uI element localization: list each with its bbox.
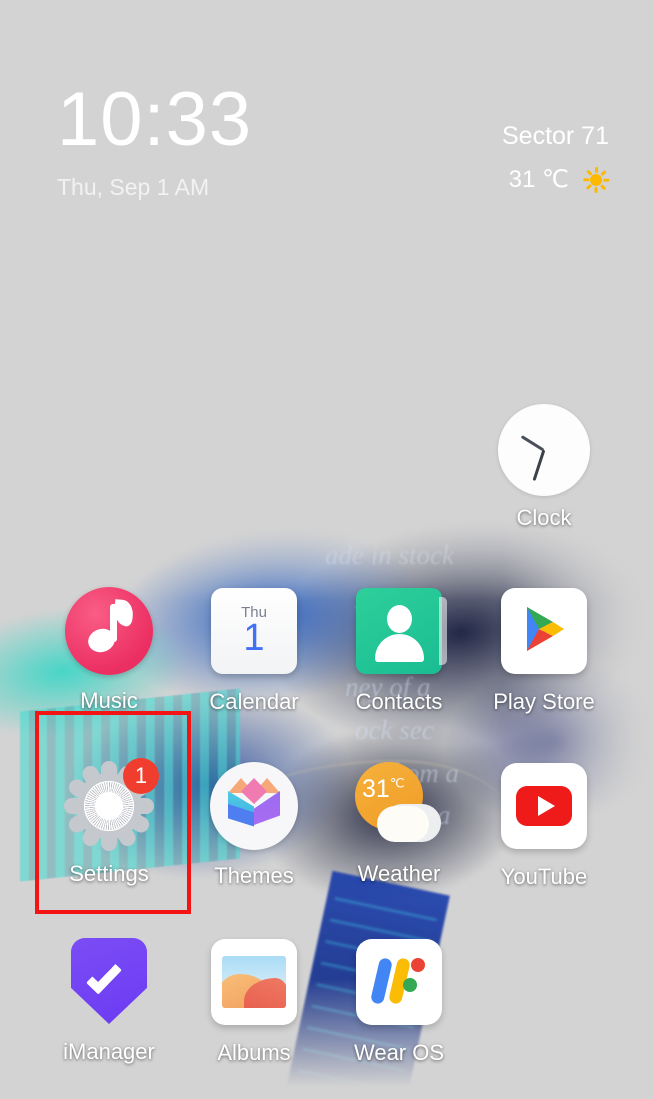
app-label-music: Music — [80, 688, 138, 713]
weather-widget[interactable]: Sector 71 31 ℃ — [501, 122, 610, 194]
clock-widget[interactable]: 10:33 Thu, Sep 1 AM — [57, 82, 252, 201]
app-icon-youtube[interactable]: YouTube — [479, 760, 609, 890]
calendar-app-icon: Thu 1 — [208, 588, 300, 680]
app-label-settings: Settings — [69, 861, 149, 886]
clock-widget-date: Thu, Sep 1 AM — [57, 174, 210, 200]
weather-widget-temperature: 31 ℃ — [508, 166, 569, 193]
app-icon-weather[interactable]: 31℃ Weather — [334, 760, 464, 887]
app-label-play-store: Play Store — [493, 689, 595, 714]
app-label-youtube: YouTube — [500, 864, 588, 889]
play-triangle-icon — [527, 607, 564, 651]
home-screen: ade in stock s mea nsfer ney of a ock se… — [0, 0, 653, 1099]
app-label-calendar: Calendar — [209, 689, 299, 714]
themes-app-icon — [208, 762, 300, 854]
wear-os-app-icon — [353, 939, 445, 1031]
app-label-themes: Themes — [214, 863, 294, 888]
app-label-wear-os: Wear OS — [353, 1040, 445, 1065]
calendar-day-number: 1 — [243, 616, 265, 659]
app-icon-contacts[interactable]: Contacts — [334, 585, 464, 715]
app-icon-wear-os[interactable]: Wear OS — [334, 936, 464, 1066]
settings-app-icon: 1 — [63, 758, 159, 852]
app-label-albums: Albums — [217, 1040, 291, 1065]
music-app-icon — [63, 587, 155, 679]
app-label-clock: Clock — [516, 505, 572, 530]
app-icon-imanager[interactable]: iManager — [44, 936, 174, 1065]
youtube-app-icon — [498, 763, 590, 855]
app-icon-clock[interactable]: Clock — [479, 404, 609, 531]
clock-app-icon — [498, 404, 590, 496]
wallpaper-text: ock sec — [355, 715, 434, 745]
app-icon-play-store[interactable]: Play Store — [479, 585, 609, 715]
imanager-app-icon — [63, 938, 155, 1030]
settings-notification-badge: 1 — [123, 758, 159, 794]
app-icon-calendar[interactable]: Thu 1 Calendar — [189, 585, 319, 715]
app-label-weather: Weather — [357, 861, 441, 886]
weather-icon-unit: ℃ — [389, 775, 405, 791]
app-icon-themes[interactable]: Themes — [189, 760, 319, 889]
app-icon-music[interactable]: Music — [44, 585, 174, 714]
weather-widget-row: 31 ℃ — [502, 165, 610, 194]
contacts-app-icon — [353, 588, 447, 680]
weather-icon-temperature: 31 — [362, 775, 390, 803]
app-icon-albums[interactable]: Albums — [189, 936, 319, 1066]
app-label-imanager: iManager — [63, 1039, 155, 1064]
play-store-app-icon — [498, 588, 590, 680]
app-label-contacts: Contacts — [355, 689, 443, 714]
app-icon-settings[interactable]: 1 Settings — [44, 758, 174, 887]
weather-app-icon: 31℃ — [353, 760, 445, 852]
sun-icon — [583, 166, 610, 193]
albums-app-icon — [208, 939, 300, 1031]
weather-widget-city: Sector 71 — [501, 122, 609, 150]
clock-widget-time: 10:33 — [57, 77, 253, 162]
